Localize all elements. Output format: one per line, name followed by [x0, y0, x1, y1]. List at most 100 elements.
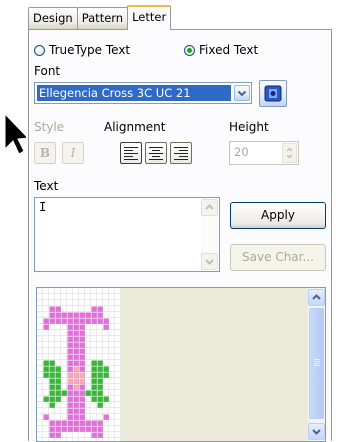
fixed-text-radio[interactable] — [184, 45, 195, 56]
chevron-down-icon — [237, 90, 247, 97]
stitch-cell — [55, 306, 61, 312]
fixed-text-label[interactable]: Fixed Text — [199, 43, 258, 57]
text-input[interactable]: I — [34, 197, 220, 272]
stitch-cell — [49, 390, 55, 396]
stitch-cell — [79, 414, 85, 420]
stitch-cell — [85, 312, 91, 318]
tab-letter[interactable]: Letter — [127, 5, 172, 30]
stitch-cell — [49, 366, 55, 372]
height-label: Height — [229, 120, 269, 134]
align-center-button[interactable] — [145, 142, 167, 164]
stitch-cell — [79, 312, 85, 318]
stitch-cell — [79, 372, 85, 378]
stitch-cell — [79, 378, 85, 384]
preview-scroll-down-button[interactable] — [308, 423, 325, 440]
stitch-cell — [67, 360, 73, 366]
save-char-button: Save Char... — [230, 244, 326, 271]
text-label: Text — [34, 179, 59, 193]
stitch-cell — [55, 384, 61, 390]
stitch-cell — [43, 414, 49, 420]
stitch-cell — [85, 390, 91, 396]
stitch-cell — [73, 390, 79, 396]
stitch-cell — [43, 318, 49, 324]
stitch-cell — [67, 426, 73, 432]
stitch-cell — [67, 384, 73, 390]
stitch-cell — [103, 318, 109, 324]
stitch-cell — [67, 372, 73, 378]
stitch-cell — [55, 312, 61, 318]
stitch-cell — [85, 426, 91, 432]
stitch-cell — [91, 366, 97, 372]
preview-scroll-thumb[interactable] — [309, 308, 324, 419]
text-scrollbar[interactable] — [201, 199, 218, 270]
stitch-cell — [79, 324, 85, 330]
align-right-button[interactable] — [170, 142, 192, 164]
stitch-cell — [67, 354, 73, 360]
text-scroll-up-button[interactable] — [201, 199, 218, 216]
stitch-cell — [61, 318, 67, 324]
stitch-cell — [67, 324, 73, 330]
stitch-cell — [97, 396, 103, 402]
preview-scroll-up-button[interactable] — [308, 289, 325, 306]
stitch-cell — [97, 378, 103, 384]
stitch-cell — [49, 426, 55, 432]
font-label: Font — [34, 64, 61, 78]
stitch-cell — [49, 384, 55, 390]
align-left-button[interactable] — [120, 142, 142, 164]
stitch-cell — [55, 432, 61, 438]
stitch-cell — [103, 372, 109, 378]
stitch-cell — [55, 372, 61, 378]
stitch-cell — [79, 354, 85, 360]
apply-button[interactable]: Apply — [230, 202, 326, 229]
stitch-cell — [73, 324, 79, 330]
tab-design[interactable]: Design — [28, 7, 78, 29]
height-spin-buttons[interactable] — [282, 143, 297, 163]
spin-arrows-icon — [286, 147, 293, 159]
stitch-cell — [61, 390, 67, 396]
mouse-cursor — [4, 113, 26, 155]
stitch-cell — [79, 402, 85, 408]
stitch-cell — [73, 354, 79, 360]
stitch-cell — [55, 396, 61, 402]
font-settings-button[interactable] — [259, 80, 287, 107]
stitch-cell — [79, 330, 85, 336]
stitch-cell — [49, 402, 55, 408]
stitch-cell — [49, 378, 55, 384]
stitch-cell — [103, 414, 109, 420]
height-spinner[interactable]: 20 — [229, 141, 299, 165]
stitch-cell — [73, 378, 79, 384]
stitch-cell — [91, 384, 97, 390]
truetype-label[interactable]: TrueType Text — [49, 43, 130, 57]
stitch-cell — [73, 348, 79, 354]
text-scroll-down-button[interactable] — [201, 253, 218, 270]
stitch-cell — [79, 408, 85, 414]
truetype-radio[interactable] — [34, 45, 45, 56]
stitch-cell — [97, 306, 103, 312]
stitch-cell — [97, 312, 103, 318]
stitch-cell — [91, 390, 97, 396]
stitch-cell — [67, 390, 73, 396]
stitch-cell — [61, 312, 67, 318]
stitch-cell — [79, 396, 85, 402]
stitch-cell — [73, 384, 79, 390]
stitch-cell — [97, 360, 103, 366]
italic-button[interactable]: I — [62, 142, 84, 164]
tab-pattern[interactable]: Pattern — [76, 7, 129, 29]
stitch-cell — [67, 420, 73, 426]
stitch-cell — [97, 384, 103, 390]
bold-button[interactable]: B — [34, 142, 56, 164]
stitch-cell — [73, 312, 79, 318]
stitch-cell — [73, 396, 79, 402]
preview-scrollbar[interactable] — [308, 288, 325, 441]
stitch-cell — [49, 396, 55, 402]
stitch-cell — [43, 324, 49, 330]
stitch-cell — [73, 414, 79, 420]
font-dropdown-button[interactable] — [234, 85, 250, 101]
stitch-cell — [67, 342, 73, 348]
stitch-cell — [67, 378, 73, 384]
stitch-cell — [73, 342, 79, 348]
font-select[interactable]: Ellegencia Cross 3C UC 21 — [34, 82, 252, 104]
stitch-cell — [97, 318, 103, 324]
stitch-cell — [91, 432, 97, 438]
stitch-cell — [67, 414, 73, 420]
